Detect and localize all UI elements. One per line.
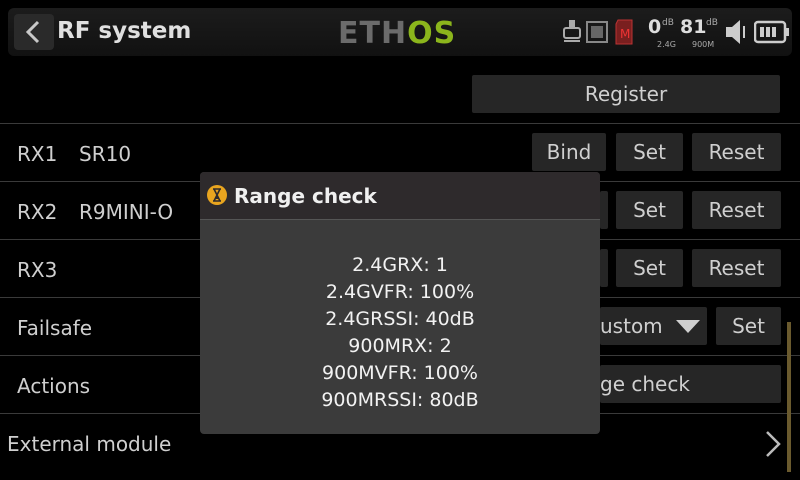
top-bar: RF system ETHOS M 0 dB 2.4G 81 dB 900M xyxy=(8,8,792,56)
external-module-label: External module xyxy=(7,432,172,456)
battery-icon xyxy=(754,20,789,44)
telemetry-900m: 81 dB 900M xyxy=(680,16,718,49)
chevron-left-icon xyxy=(25,20,40,44)
scrollbar[interactable] xyxy=(787,322,791,472)
ethos-logo: ETHOS xyxy=(338,16,457,51)
telemetry-2g4: 0 dB 2.4G xyxy=(648,16,676,49)
dialog-body: 2.4GRX: 1 2.4GVFR: 100% 2.4GRSSI: 40dB 9… xyxy=(200,252,600,414)
range-2g4-rssi: 2.4GRSSI: 40dB xyxy=(325,308,475,330)
dialog-header: Range check xyxy=(200,172,600,220)
rx1-slot-label: RX1 xyxy=(17,142,58,166)
chevron-right-icon xyxy=(766,431,781,457)
hourglass-icon xyxy=(207,185,227,205)
speaker-icon xyxy=(726,20,745,44)
rx3-set-button[interactable]: Set xyxy=(616,249,683,287)
range-check-dialog: Range check 2.4GRX: 1 2.4GVFR: 100% 2.4G… xyxy=(200,172,600,434)
memory-card-icon: M xyxy=(615,19,633,45)
rx1-set-button[interactable]: Set xyxy=(616,133,683,171)
rx2-reset-button[interactable]: Reset xyxy=(692,191,781,229)
rx2-receiver-name: R9MINI-O xyxy=(79,200,174,224)
actions-label: Actions xyxy=(17,374,91,398)
rx3-slot-label: RX3 xyxy=(17,258,58,282)
page-title: RF system xyxy=(57,18,192,44)
rx2-slot-label: RX2 xyxy=(17,200,58,224)
rx3-bind-button[interactable] xyxy=(600,249,608,287)
record-icon xyxy=(586,21,608,43)
rx2-set-button[interactable]: Set xyxy=(616,191,683,229)
failsafe-mode-select[interactable]: ustom xyxy=(600,307,707,345)
range-check-button[interactable]: ge check xyxy=(600,365,781,403)
rx1-bind-button[interactable]: Bind xyxy=(532,133,606,171)
range-900m-rx: 900MRX: 2 xyxy=(348,335,452,357)
range-2g4-rx: 2.4GRX: 1 xyxy=(352,254,448,276)
back-button[interactable] xyxy=(14,14,54,50)
rx2-bind-button[interactable] xyxy=(600,191,608,229)
rx1-reset-button[interactable]: Reset xyxy=(692,133,781,171)
svg-text:M: M xyxy=(620,27,630,41)
failsafe-set-button[interactable]: Set xyxy=(716,307,781,345)
rx3-reset-button[interactable]: Reset xyxy=(692,249,781,287)
rx1-receiver-name: SR10 xyxy=(79,142,132,166)
range-900m-vfr: 900MVFR: 100% xyxy=(322,362,478,384)
dialog-title: Range check xyxy=(234,184,377,208)
range-2g4-vfr: 2.4GVFR: 100% xyxy=(325,281,475,303)
failsafe-label: Failsafe xyxy=(17,316,93,340)
dropdown-arrow-icon xyxy=(676,320,700,333)
register-row: Register xyxy=(0,66,800,124)
range-900m-rssi: 900MRSSI: 80dB xyxy=(321,389,479,411)
joystick-icon xyxy=(563,20,581,42)
register-button[interactable]: Register xyxy=(472,75,780,113)
